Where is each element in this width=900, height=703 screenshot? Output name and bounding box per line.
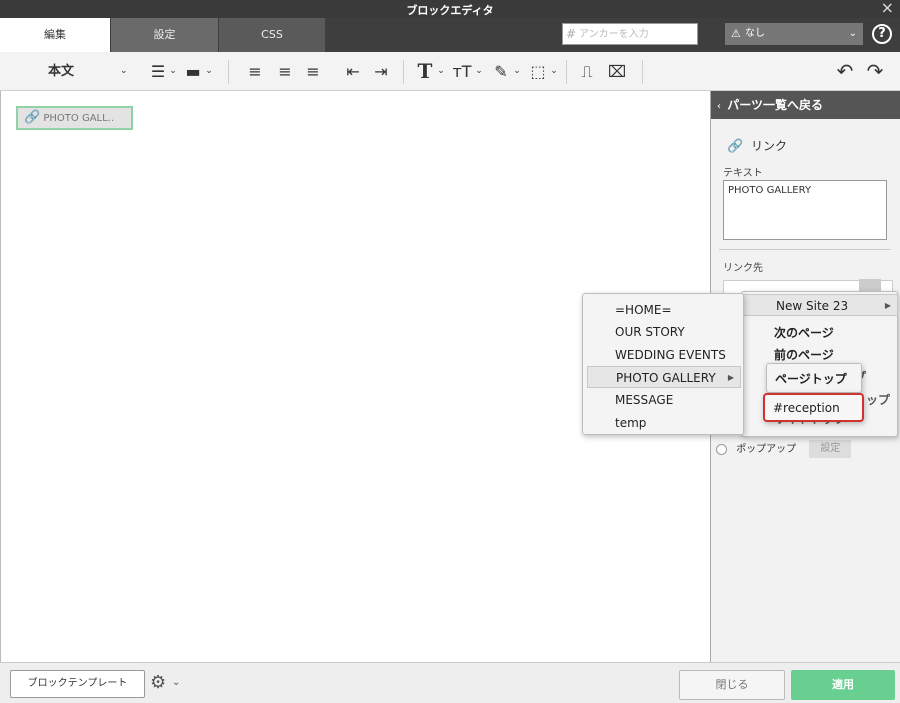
- toolbar-divider: [228, 60, 229, 84]
- menu-item-page[interactable]: WEDDING EVENTS: [587, 344, 741, 366]
- menu-item-page-top[interactable]: ページトップ: [767, 368, 863, 390]
- popup-radio[interactable]: [716, 443, 727, 455]
- align-center-icon[interactable]: ≡: [274, 52, 296, 91]
- paragraph-style-value: 本文: [48, 64, 75, 79]
- format-toolbar: 本文 ⌄ ☰ ⌄ ▬ ⌄ ≡ ≡ ≡ ⇤ ⇥ T ⌄ тT ⌄ ✎ ⌄ ⬚ ⌄ …: [0, 52, 900, 91]
- redo-icon[interactable]: ↷: [864, 52, 886, 91]
- chevron-left-icon: ‹: [717, 101, 721, 112]
- menu-item-page[interactable]: OUR STORY: [587, 321, 741, 343]
- chevron-right-icon: ▶: [727, 373, 734, 382]
- apply-button[interactable]: 適用: [791, 670, 895, 700]
- chevron-down-icon[interactable]: ⌄: [168, 52, 178, 91]
- class-select-value: なし: [745, 28, 765, 39]
- link-part-block[interactable]: 🔗 PHOTO GALL..: [16, 106, 133, 130]
- popup-option: ポップアップ 設定: [716, 440, 852, 458]
- chevron-down-icon: ⌄: [120, 66, 128, 76]
- link-part-text: PHOTO GALL..: [43, 113, 115, 124]
- menu-item-page[interactable]: temp: [587, 412, 741, 434]
- font-size-icon[interactable]: тT: [450, 52, 474, 91]
- panel-divider: [719, 249, 891, 250]
- paragraph-style-select[interactable]: 本文 ⌄: [48, 52, 128, 91]
- menu-item-page-photo-gallery[interactable]: PHOTO GALLERY ▶: [587, 366, 741, 388]
- tab-settings[interactable]: 設定: [111, 18, 218, 52]
- window-title: ブロックエディタ: [406, 4, 494, 17]
- font-icon[interactable]: T: [414, 52, 436, 91]
- window-titlebar: ブロックエディタ ×: [0, 0, 900, 18]
- toolbar-divider: [642, 60, 643, 84]
- menu-item-anchor-reception[interactable]: #reception: [765, 397, 862, 419]
- anchor-submenu: ページトップ: [766, 363, 862, 393]
- chevron-down-icon[interactable]: ⌄: [549, 52, 559, 91]
- back-to-parts-label: パーツ一覧へ戻る: [727, 98, 823, 112]
- horizontal-line-icon[interactable]: ▬: [181, 52, 205, 91]
- anchor-hash-icon: #: [566, 27, 577, 41]
- link-text-field[interactable]: [723, 180, 887, 240]
- chevron-down-icon[interactable]: ⌄: [512, 52, 522, 91]
- anchor-input[interactable]: [562, 23, 698, 45]
- align-left-icon[interactable]: ≡: [244, 52, 266, 91]
- link-icon: 🔗: [24, 110, 41, 125]
- chevron-down-icon[interactable]: ⌄: [172, 677, 180, 688]
- window-close-icon[interactable]: ×: [881, 0, 894, 17]
- text-label: テキスト: [723, 168, 763, 179]
- class-icon: ⚠: [731, 27, 741, 40]
- link-icon: 🔗: [727, 139, 744, 154]
- popup-label: ポップアップ: [736, 444, 797, 455]
- footer-bar: ブロックテンプレート ⚙ ⌄ 閉じる 適用: [0, 662, 900, 703]
- chevron-down-icon[interactable]: ⌄: [474, 52, 484, 91]
- chevron-down-icon: ⌄: [848, 28, 857, 39]
- help-icon[interactable]: ?: [872, 24, 892, 44]
- anchor-reception-item-frame: #reception: [763, 393, 864, 422]
- tab-edit[interactable]: 編集: [0, 18, 110, 52]
- link-target-label: リンク先: [723, 263, 763, 274]
- toolbar-divider: [566, 60, 567, 84]
- clear-format-icon[interactable]: ⌧: [606, 52, 628, 91]
- border-icon[interactable]: ⬚: [527, 52, 549, 91]
- block-template-button[interactable]: ブロックテンプレート: [10, 670, 145, 698]
- panel-title: 🔗 リンク: [727, 137, 787, 154]
- gear-icon[interactable]: ⚙: [150, 672, 166, 693]
- tab-bar: 編集 設定 CSS # ⚠ なし ⌄ ?: [0, 18, 900, 52]
- undo-icon[interactable]: ↶: [834, 52, 856, 91]
- align-right-icon[interactable]: ≡: [302, 52, 324, 91]
- menu-item-page[interactable]: MESSAGE: [587, 389, 741, 411]
- indent-icon[interactable]: ⇥: [370, 52, 392, 91]
- chevron-down-icon[interactable]: ⌄: [204, 52, 214, 91]
- tab-css[interactable]: CSS: [219, 18, 325, 52]
- page-list-menu: =HOME= OUR STORY WEDDING EVENTS PHOTO GA…: [582, 293, 744, 435]
- back-to-parts-button[interactable]: ‹ パーツ一覧へ戻る: [711, 91, 900, 119]
- menu-item-site-label: New Site 23: [776, 299, 849, 313]
- toolbar-divider: [403, 60, 404, 84]
- menu-item-site[interactable]: New Site 23 ▶: [743, 294, 898, 316]
- chevron-right-icon: ▶: [884, 301, 891, 310]
- insert-block-icon[interactable]: ⎍: [576, 52, 598, 91]
- menu-item-page-label: PHOTO GALLERY: [616, 371, 716, 385]
- class-select[interactable]: ⚠ なし ⌄: [725, 23, 863, 45]
- close-button[interactable]: 閉じる: [679, 670, 785, 700]
- panel-title-label: リンク: [751, 139, 788, 153]
- menu-item-page[interactable]: =HOME=: [587, 299, 741, 321]
- chevron-down-icon[interactable]: ⌄: [436, 52, 446, 91]
- text-color-icon[interactable]: ✎: [490, 52, 512, 91]
- menu-item-next-page[interactable]: 次のページ: [742, 322, 897, 344]
- outdent-icon[interactable]: ⇤: [342, 52, 364, 91]
- popup-setting-button[interactable]: 設定: [809, 440, 852, 458]
